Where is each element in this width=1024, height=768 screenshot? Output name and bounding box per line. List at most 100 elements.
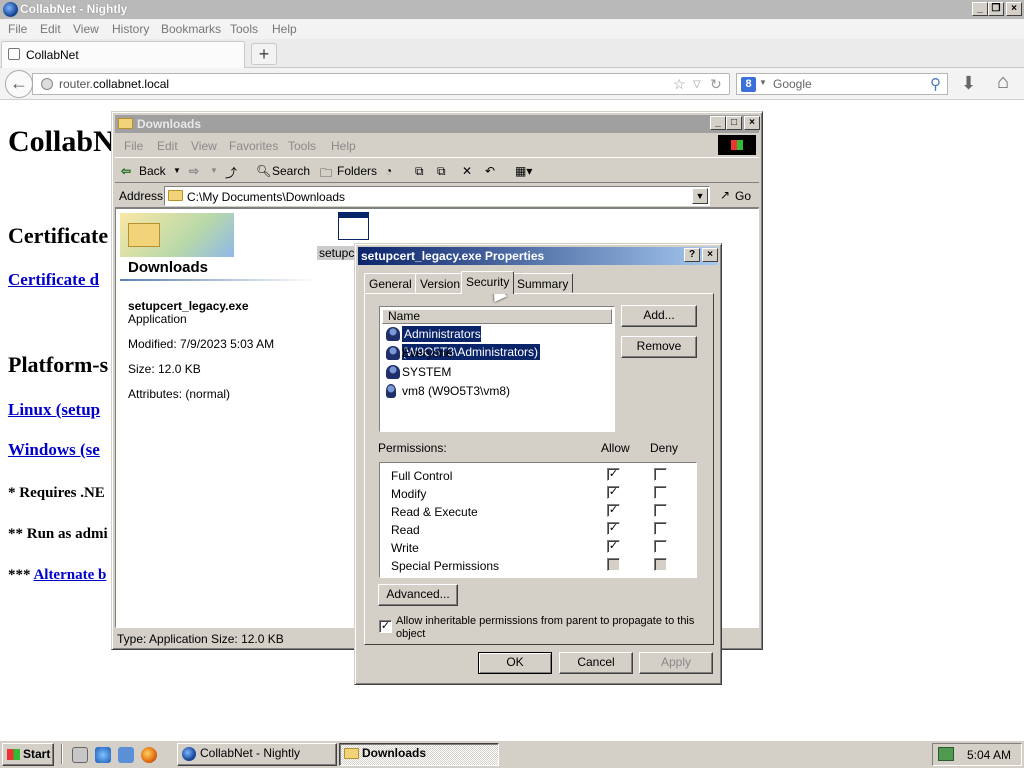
back-dropdown-icon[interactable]: ▼	[173, 166, 181, 175]
linux-link[interactable]: Linux (setup	[8, 400, 100, 420]
ok-button[interactable]: OK	[478, 652, 552, 674]
clock[interactable]: 5:04 AM	[967, 748, 1011, 762]
network-icon[interactable]	[938, 747, 954, 761]
remove-button[interactable]: Remove	[621, 336, 697, 358]
internet-explorer-icon[interactable]	[95, 747, 111, 763]
explorer-menu-edit[interactable]: Edit	[157, 139, 178, 153]
undo-icon[interactable]: ↶	[485, 164, 495, 178]
certificate-link[interactable]: Certificate d	[8, 270, 99, 290]
url-bar[interactable]: router.collabnet.local ☆ ▽ ↻	[32, 73, 730, 95]
menu-help[interactable]: Help	[272, 22, 297, 36]
outlook-express-icon[interactable]	[118, 747, 134, 763]
url-domain: collabnet.local	[93, 77, 170, 91]
explorer-menu-tools[interactable]: Tools	[288, 139, 316, 153]
firefox-quicklaunch-icon[interactable]	[141, 747, 157, 763]
deny-checkbox[interactable]	[654, 486, 667, 499]
up-folder-icon[interactable]: ⤴	[225, 164, 237, 181]
explorer-minimize-button[interactable]: _	[710, 116, 726, 130]
forward-button[interactable]: ⇨	[189, 164, 199, 178]
window-title: CollabNet - Nightly	[20, 2, 128, 16]
url-host: router.	[59, 77, 94, 91]
restore-button[interactable]: ❐	[988, 2, 1004, 16]
start-button[interactable]: Start	[2, 743, 54, 766]
help-button[interactable]: ?	[684, 248, 700, 262]
explorer-search-button[interactable]: Search	[272, 164, 310, 178]
list-item[interactable]: Everyone	[382, 344, 612, 362]
add-button[interactable]: Add...	[621, 305, 697, 327]
explorer-close-button[interactable]: ×	[744, 116, 760, 130]
menu-view[interactable]: View	[73, 22, 99, 36]
bookmark-star-icon[interactable]: ☆	[673, 76, 686, 93]
exe-file-icon[interactable]	[338, 212, 369, 240]
deny-checkbox[interactable]	[654, 468, 667, 481]
allow-checkbox[interactable]: ✓	[607, 468, 620, 481]
taskbar-item-downloads[interactable]: Downloads	[339, 743, 499, 766]
address-field[interactable]: C:\My Documents\Downloads ▼	[164, 186, 710, 206]
close-button[interactable]: ×	[1006, 2, 1022, 16]
download-icon[interactable]: ⬇	[961, 73, 976, 94]
alternate-link[interactable]: Alternate b	[33, 567, 106, 583]
show-desktop-icon[interactable]	[72, 747, 88, 763]
deny-checkbox[interactable]	[654, 522, 667, 535]
tab-strip: CollabNet +	[0, 39, 1024, 68]
tab-version[interactable]: Version	[415, 273, 466, 293]
allow-checkbox[interactable]: ✓	[607, 540, 620, 553]
delete-icon[interactable]: ✕	[462, 164, 472, 178]
explorer-menu-file[interactable]: File	[124, 139, 143, 153]
menu-bookmarks[interactable]: Bookmarks	[161, 22, 221, 36]
tab-summary[interactable]: Summary	[512, 273, 574, 293]
explorer-maximize-button[interactable]: □	[726, 116, 742, 130]
explorer-menu-help[interactable]: Help	[331, 139, 356, 153]
inherit-permissions-label[interactable]: Allow inheritable permissions from paren…	[396, 615, 696, 641]
tab-collabnet[interactable]: CollabNet	[1, 41, 245, 68]
menu-file[interactable]: File	[8, 22, 27, 36]
move-to-icon[interactable]: ⧉	[415, 164, 424, 179]
explorer-back-button[interactable]: Back	[139, 164, 166, 178]
list-header-name[interactable]: Name	[382, 309, 612, 324]
list-item[interactable]: SYSTEM	[382, 363, 612, 381]
menu-tools[interactable]: Tools	[230, 22, 258, 36]
history-dropdown-icon[interactable]: ▽	[693, 79, 701, 90]
tab-general[interactable]: General	[364, 273, 417, 293]
new-tab-button[interactable]: +	[251, 43, 277, 65]
tab-security[interactable]: Security	[461, 271, 515, 294]
deny-checkbox[interactable]	[654, 504, 667, 517]
folders-button[interactable]: Folders	[337, 164, 377, 178]
back-button[interactable]: ←	[5, 70, 33, 98]
views-icon[interactable]: ▦▾	[515, 164, 532, 178]
principals-list[interactable]: Name Administrators (W9O5T3\Administrato…	[379, 306, 615, 432]
home-icon[interactable]: ⌂	[997, 71, 1009, 94]
forward-dropdown-icon[interactable]: ▼	[210, 166, 218, 175]
engine-dropdown-icon[interactable]: ▼	[759, 78, 767, 87]
allow-checkbox[interactable]: ✓	[607, 522, 620, 535]
search-engine-icon[interactable]: 8	[741, 77, 756, 92]
copy-to-icon[interactable]: ⧉	[437, 164, 446, 179]
dialog-close-button[interactable]: ×	[702, 248, 718, 262]
back-arrow-icon: ⇦	[121, 164, 132, 178]
advanced-button[interactable]: Advanced...	[378, 584, 458, 606]
list-item[interactable]: Administrators (W9O5T3\Administrators)	[382, 325, 612, 360]
search-icon[interactable]: ⚲	[930, 75, 941, 93]
menu-history[interactable]: History	[112, 22, 149, 36]
taskbar-item-collabnet[interactable]: CollabNet - Nightly	[177, 743, 337, 766]
cancel-button[interactable]: Cancel	[559, 652, 633, 674]
allow-checkbox[interactable]: ✓	[607, 486, 620, 499]
menu-edit[interactable]: Edit	[40, 22, 61, 36]
search-bar[interactable]: 8 ▼ Google ⚲	[736, 73, 948, 95]
explorer-titlebar[interactable]: Downloads _ □ ×	[115, 115, 760, 133]
dialog-titlebar[interactable]: setupcert_legacy.exe Properties ? ×	[358, 247, 718, 265]
windows-link[interactable]: Windows (se	[8, 440, 100, 460]
reload-icon[interactable]: ↻	[710, 76, 722, 93]
history-icon[interactable]: ◔	[385, 164, 392, 178]
go-button[interactable]: Go	[735, 189, 751, 203]
inherit-permissions-checkbox[interactable]: ✓	[379, 620, 392, 633]
list-item[interactable]: vm8 (W9O5T3\vm8)	[382, 382, 612, 400]
allow-checkbox[interactable]: ✓	[607, 504, 620, 517]
address-dropdown-icon[interactable]: ▼	[692, 188, 708, 204]
navigation-toolbar: router.collabnet.local ☆ ▽ ↻ ← 8 ▼ Googl…	[0, 68, 1024, 100]
deny-checkbox[interactable]	[654, 540, 667, 553]
explorer-menu-view[interactable]: View	[191, 139, 217, 153]
explorer-menu-favorites[interactable]: Favorites	[229, 139, 278, 153]
url-text[interactable]: router.collabnet.local	[59, 77, 169, 91]
minimize-button[interactable]: _	[972, 2, 988, 16]
